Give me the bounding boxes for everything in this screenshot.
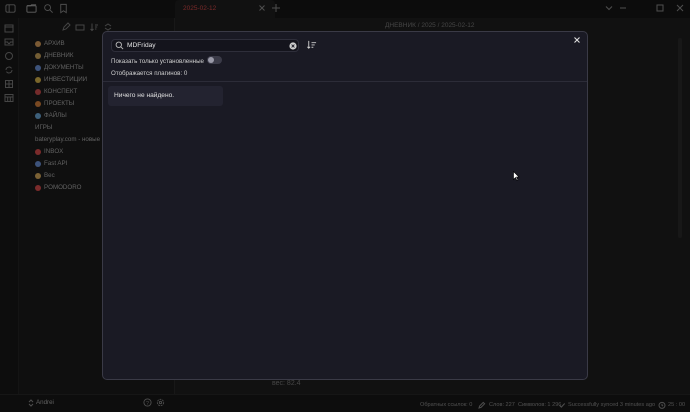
close-icon[interactable]	[572, 35, 584, 47]
clear-search-icon[interactable]	[289, 41, 297, 50]
plugin-search-input[interactable]	[127, 40, 277, 51]
toggle-knob	[208, 57, 214, 63]
sort-button[interactable]	[306, 39, 318, 51]
divider	[103, 81, 587, 82]
empty-result-text: Ничего не найдено.	[114, 92, 175, 99]
community-plugins-modal: Показать только установленные Отображает…	[102, 31, 588, 380]
plugin-search-box	[111, 39, 299, 52]
search-icon	[115, 41, 124, 50]
plugin-count: Отображается плагинов: 0	[111, 70, 188, 77]
installed-only-toggle[interactable]	[207, 56, 222, 64]
empty-result: Ничего не найдено.	[108, 86, 223, 106]
installed-only-label: Показать только установленные	[111, 58, 204, 65]
mouse-cursor-icon	[513, 171, 520, 181]
